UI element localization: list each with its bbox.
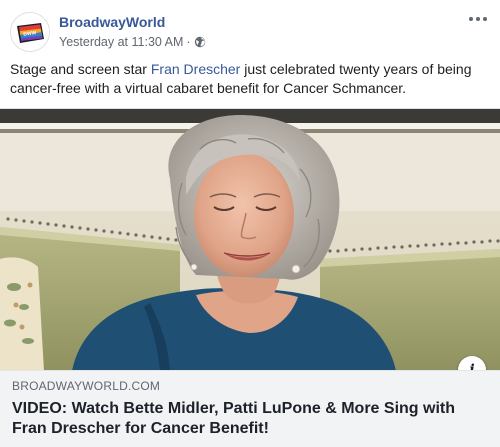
mention-link-fran-drescher[interactable]: Fran Drescher: [151, 61, 240, 77]
video-thumbnail-image: [0, 109, 500, 370]
link-preview-caption[interactable]: BROADWAYWORLD.COM VIDEO: Watch Bette Mid…: [0, 370, 500, 447]
more-options-button[interactable]: [466, 10, 490, 28]
more-horizontal-icon: [469, 17, 473, 21]
link-preview-image[interactable]: i: [0, 108, 500, 370]
post-body-text: Stage and screen star Fran Drescher just…: [10, 60, 490, 98]
post-header: BWW BroadwayWorld Yesterday at 11:30 AM …: [10, 10, 490, 54]
post-timestamp[interactable]: Yesterday at 11:30 AM: [59, 35, 183, 49]
post-meta: Yesterday at 11:30 AM ·: [59, 35, 206, 49]
link-title[interactable]: VIDEO: Watch Bette Midler, Patti LuPone …: [12, 399, 488, 439]
link-domain: BROADWAYWORLD.COM: [12, 379, 161, 393]
page-avatar[interactable]: BWW: [10, 12, 50, 52]
meta-separator: ·: [186, 35, 191, 49]
broadwayworld-logo-icon: BWW: [11, 13, 49, 51]
globe-icon[interactable]: [194, 36, 206, 48]
post-text-before: Stage and screen star: [10, 61, 151, 77]
page-name-link[interactable]: BroadwayWorld: [59, 14, 165, 30]
facebook-post: BWW BroadwayWorld Yesterday at 11:30 AM …: [0, 0, 500, 447]
